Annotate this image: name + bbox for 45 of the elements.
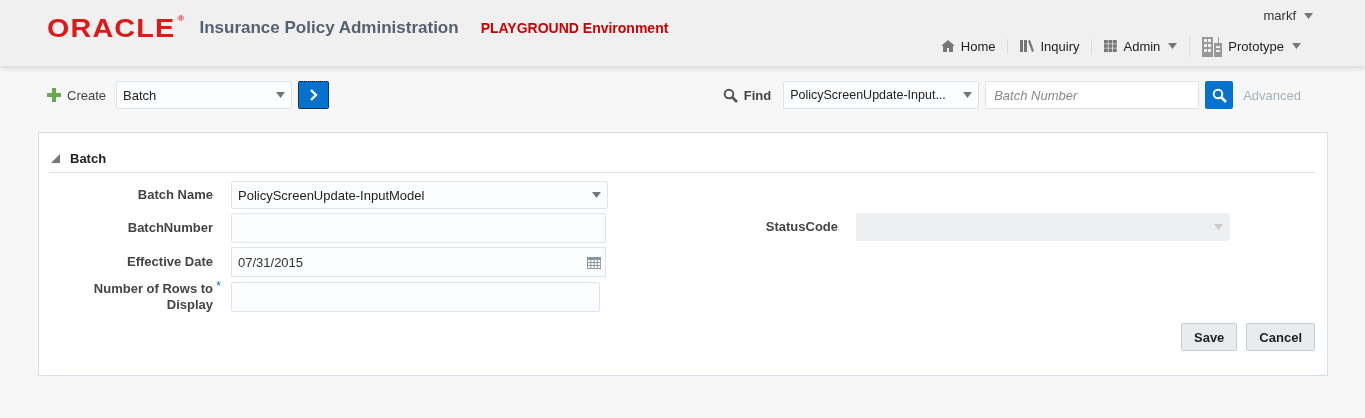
- go-button[interactable]: [298, 81, 330, 109]
- select-field[interactable]: PolicyScreenUpdate-InputModel: [231, 181, 608, 209]
- user-menu[interactable]: markf: [1263, 8, 1313, 23]
- create-select[interactable]: Batch: [116, 81, 293, 109]
- panel-title: Batch: [70, 151, 107, 166]
- caret-icon: [1168, 43, 1178, 49]
- input-field[interactable]: [231, 282, 600, 312]
- create-label: Create: [67, 87, 107, 103]
- nav-link[interactable]: Prototype: [1189, 35, 1313, 57]
- field-label: StatusCode: [765, 219, 838, 235]
- caret-icon: [592, 192, 601, 198]
- caret-icon: [276, 92, 286, 98]
- home-icon: [940, 40, 955, 52]
- date-field[interactable]: 07/31/2015: [231, 247, 606, 277]
- field-label: Effective Date: [127, 254, 213, 270]
- oracle-logo: ORACLE®: [47, 13, 186, 43]
- action-button[interactable]: Save: [1181, 323, 1238, 351]
- environment-label: PLAYGROUND Environment: [480, 20, 669, 36]
- caret-icon: [1292, 43, 1301, 49]
- calendar-icon: [587, 255, 601, 269]
- search-button[interactable]: [1205, 81, 1234, 109]
- nav-link[interactable]: Home: [928, 38, 1008, 54]
- field-label: BatchNumber: [127, 220, 213, 236]
- plus-icon: [47, 88, 61, 102]
- search-icon: [722, 87, 738, 103]
- grid-icon: [1104, 40, 1118, 52]
- field-label: Batch Name: [137, 187, 213, 203]
- caret-icon: [1304, 12, 1313, 19]
- search-icon: [1211, 87, 1227, 103]
- books-icon: [1020, 40, 1035, 52]
- nav-link[interactable]: Inquiry: [1007, 38, 1092, 54]
- caret-icon: [1214, 224, 1223, 230]
- nav-link[interactable]: Admin: [1091, 38, 1190, 54]
- field-label: Number of Rows to Display: [92, 281, 213, 313]
- action-button[interactable]: Cancel: [1246, 323, 1315, 351]
- caret-icon: [963, 92, 973, 98]
- search-field[interactable]: Batch Number: [985, 81, 1200, 109]
- building-icon: [1202, 35, 1223, 57]
- find-select[interactable]: PolicyScreenUpdate-Input...: [783, 81, 980, 109]
- find-label: Find: [743, 87, 772, 103]
- chevron-right-icon: [309, 89, 318, 101]
- input-field[interactable]: [231, 213, 606, 243]
- app-title: Insurance Policy Administration: [199, 18, 459, 38]
- required-mark: *: [216, 279, 221, 293]
- collapse-icon[interactable]: [51, 154, 60, 163]
